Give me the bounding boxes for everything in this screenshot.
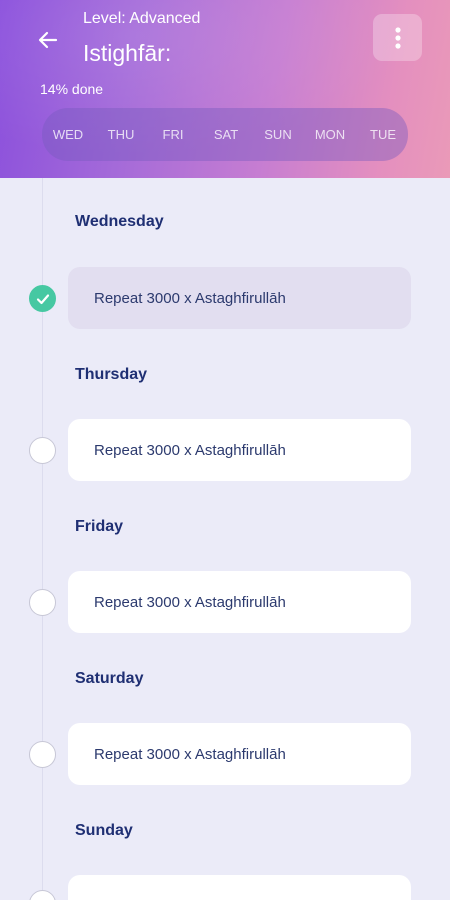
back-button[interactable] xyxy=(30,22,66,58)
day-heading-saturday: Saturday xyxy=(75,670,144,687)
task-label: Repeat 3000 x Astaghfirullāh xyxy=(94,441,286,459)
header: Level: Advanced Istighfār: 14% done WED … xyxy=(0,0,450,178)
day-chip-mon[interactable]: MON xyxy=(310,108,350,161)
day-chip-tue[interactable]: TUE xyxy=(363,108,403,161)
task-label: Repeat 3000 x Astaghfirullāh xyxy=(94,593,286,611)
task-card-sunday[interactable] xyxy=(68,875,411,900)
day-heading-sunday: Sunday xyxy=(75,822,133,839)
day-heading-thursday: Thursday xyxy=(75,366,148,383)
task-checkbox-sunday[interactable] xyxy=(29,890,56,900)
arrow-left-icon xyxy=(38,31,58,49)
day-chip-thu[interactable]: THU xyxy=(101,108,141,161)
day-chip-wed[interactable]: WED xyxy=(48,108,88,161)
more-menu-button[interactable] xyxy=(373,14,422,61)
day-heading-friday: Friday xyxy=(75,518,124,535)
level-label: Level: Advanced xyxy=(83,10,201,27)
task-checkbox-friday[interactable] xyxy=(29,589,56,616)
day-chip-sun[interactable]: SUN xyxy=(258,108,298,161)
task-label: Repeat 3000 x Astaghfirullāh xyxy=(94,745,286,763)
page-title: Istighfār: xyxy=(83,40,172,66)
day-selector: WED THU FRI SAT SUN MON TUE xyxy=(42,108,408,161)
task-card-friday[interactable]: Repeat 3000 x Astaghfirullāh xyxy=(68,571,411,633)
task-label: Repeat 3000 x Astaghfirullāh xyxy=(94,289,286,307)
task-checkbox-thursday[interactable] xyxy=(29,437,56,464)
task-checkbox-wednesday[interactable] xyxy=(29,285,56,312)
task-card-saturday[interactable]: Repeat 3000 x Astaghfirullāh xyxy=(68,723,411,785)
day-chip-sat[interactable]: SAT xyxy=(206,108,246,161)
check-icon xyxy=(36,293,49,304)
day-heading-wednesday: Wednesday xyxy=(75,213,164,230)
progress-label: 14% done xyxy=(40,81,104,97)
task-card-wednesday[interactable]: Repeat 3000 x Astaghfirullāh xyxy=(68,267,411,329)
more-vertical-icon xyxy=(394,26,401,49)
day-chip-fri[interactable]: FRI xyxy=(153,108,193,161)
task-card-thursday[interactable]: Repeat 3000 x Astaghfirullāh xyxy=(68,419,411,481)
task-checkbox-saturday[interactable] xyxy=(29,741,56,768)
